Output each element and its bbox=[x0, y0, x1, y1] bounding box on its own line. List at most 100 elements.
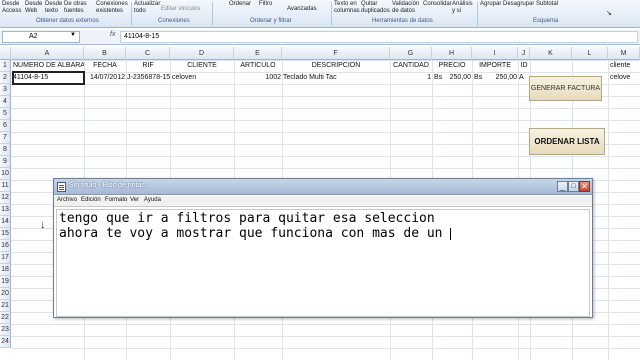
row-header[interactable]: 5 bbox=[0, 108, 11, 120]
analisis-si-button[interactable]: Análisis y si bbox=[452, 1, 473, 15]
name-box[interactable]: A2 bbox=[2, 31, 80, 43]
cell-h2-precio[interactable]: 250,00 bbox=[446, 72, 471, 84]
close-icon[interactable]: ✕ bbox=[579, 181, 590, 192]
select-all-corner[interactable] bbox=[0, 47, 11, 60]
column-header-f[interactable]: F bbox=[282, 47, 390, 60]
column-header-c[interactable]: C bbox=[126, 47, 170, 60]
column-headers: A B C D E F G H I J K L M bbox=[0, 47, 640, 60]
text-caret bbox=[450, 227, 452, 240]
avanzadas-button[interactable]: Avanzadas bbox=[287, 6, 317, 13]
row-header[interactable]: 14 bbox=[0, 216, 11, 228]
header-fecha[interactable]: FECHA bbox=[84, 60, 126, 72]
header-id[interactable]: ID bbox=[518, 60, 530, 72]
conexiones-existentes-button[interactable]: Conexiones existentes bbox=[96, 1, 128, 15]
cell-m2[interactable]: celove bbox=[610, 72, 640, 84]
column-header-d[interactable]: D bbox=[170, 47, 234, 60]
notepad-text-area[interactable]: tengo que ir a filtros para quitar esa s… bbox=[56, 209, 590, 317]
header-articulo[interactable]: ARTICULO bbox=[234, 60, 282, 72]
row-header[interactable]: 4 bbox=[0, 96, 11, 108]
notepad-title-bar[interactable]: Sin título - Bloc de notas _ □ ✕ bbox=[54, 179, 592, 195]
cell-c2-rif[interactable]: J-2356878-15 bbox=[127, 72, 170, 84]
validacion-datos-button[interactable]: Validación de datos bbox=[392, 1, 419, 15]
cell-e2-articulo[interactable]: 1002 bbox=[234, 72, 281, 84]
group-label-conexiones: Conexiones bbox=[158, 18, 190, 24]
row-header[interactable]: 16 bbox=[0, 240, 11, 252]
maximize-icon[interactable]: □ bbox=[568, 181, 579, 192]
cell-d2-cliente[interactable]: celoven bbox=[172, 72, 234, 84]
header-descripcion[interactable]: DESCRIPCION bbox=[282, 60, 390, 72]
ordenar-button[interactable]: Ordenar bbox=[229, 1, 251, 8]
header-cantidad[interactable]: CANTIDAD bbox=[390, 60, 432, 72]
menu-ver[interactable]: Ver bbox=[130, 197, 139, 203]
subtotal-button[interactable]: Subtotal bbox=[536, 1, 558, 8]
row-header[interactable]: 9 bbox=[0, 156, 11, 168]
header-importe[interactable]: IMPORTE bbox=[472, 60, 518, 72]
column-header-k[interactable]: K bbox=[530, 47, 572, 60]
actualizar-todo-button[interactable]: Actualizar todo bbox=[134, 1, 160, 15]
ordenar-lista-button[interactable]: ORDENAR LISTA bbox=[529, 128, 605, 155]
row-header[interactable]: 24 bbox=[0, 336, 11, 348]
column-header-h[interactable]: H bbox=[432, 47, 472, 60]
agrupar-button[interactable]: Agrupar bbox=[480, 1, 501, 8]
row-header[interactable]: 17 bbox=[0, 252, 11, 264]
consolidar-button[interactable]: Consolidar bbox=[423, 1, 452, 8]
cell-a2-albaran[interactable]: 41104-8-15 bbox=[12, 71, 85, 85]
desde-access-button[interactable]: Desde Access bbox=[2, 1, 21, 15]
cell-i2-importe[interactable]: 250,00 bbox=[486, 72, 517, 84]
column-header-g[interactable]: G bbox=[390, 47, 432, 60]
filtro-button[interactable]: Filtro bbox=[259, 1, 272, 8]
formula-input[interactable]: 41104-8-15 bbox=[120, 31, 638, 43]
group-launcher-icon[interactable]: ↘ bbox=[606, 10, 612, 17]
row-header[interactable]: 10 bbox=[0, 168, 11, 180]
row-header[interactable]: 22 bbox=[0, 312, 11, 324]
column-header-l[interactable]: L bbox=[572, 47, 608, 60]
row-header[interactable]: 20 bbox=[0, 288, 11, 300]
column-header-m[interactable]: M bbox=[608, 47, 640, 60]
header-numero-albaran[interactable]: NUMERO DE ALBARAN bbox=[13, 60, 84, 72]
minimize-icon[interactable]: _ bbox=[557, 181, 568, 192]
header-rif[interactable]: RIF bbox=[126, 60, 170, 72]
menu-formato[interactable]: Formato bbox=[105, 197, 127, 203]
otras-fuentes-button[interactable]: De otras fuentes bbox=[64, 1, 87, 15]
desagrupar-button[interactable]: Desagrupar bbox=[503, 1, 534, 8]
cell-b2-fecha[interactable]: 14/07/2012 bbox=[84, 72, 125, 84]
formula-bar: A2 ▼ fx 41104-8-15 bbox=[0, 30, 640, 45]
column-header-e[interactable]: E bbox=[234, 47, 282, 60]
generar-factura-button[interactable]: GENERAR FACTURA bbox=[529, 76, 602, 101]
group-label-esquema: Esquema bbox=[533, 18, 559, 24]
row-header[interactable]: 19 bbox=[0, 276, 11, 288]
row-header[interactable]: 21 bbox=[0, 300, 11, 312]
menu-ayuda[interactable]: Ayuda bbox=[144, 197, 161, 203]
column-header-b[interactable]: B bbox=[84, 47, 126, 60]
row-header[interactable]: 7 bbox=[0, 132, 11, 144]
row-header[interactable]: 11 bbox=[0, 180, 11, 192]
row-header[interactable]: 2 bbox=[0, 72, 11, 84]
header-precio[interactable]: PRECIO bbox=[432, 60, 472, 72]
row-header[interactable]: 15 bbox=[0, 228, 11, 240]
texto-columnas-button[interactable]: Texto en columnas bbox=[334, 1, 360, 15]
menu-archivo[interactable]: Archivo bbox=[57, 197, 77, 203]
cell-i2-currency: Bs bbox=[474, 74, 483, 81]
menu-edicion[interactable]: Edición bbox=[81, 197, 101, 203]
quitar-duplicados-button[interactable]: Quitar duplicados bbox=[361, 1, 390, 15]
row-header[interactable]: 23 bbox=[0, 324, 11, 336]
cell-f2-descripcion[interactable]: Teclado Multi Tac bbox=[283, 72, 390, 84]
desde-web-button[interactable]: Desde Web bbox=[25, 1, 42, 15]
cell-g2-cantidad[interactable]: 1 bbox=[390, 72, 431, 84]
header-cliente[interactable]: CLIENTE bbox=[170, 60, 234, 72]
row-header[interactable]: 12 bbox=[0, 192, 11, 204]
row-header[interactable]: 13 bbox=[0, 204, 11, 216]
desde-texto-button[interactable]: Desde texto bbox=[45, 1, 62, 15]
editar-vinculos-button[interactable]: Editar vínculos bbox=[161, 6, 200, 13]
row-header[interactable]: 8 bbox=[0, 144, 11, 156]
row-header[interactable]: 18 bbox=[0, 264, 11, 276]
column-header-i[interactable]: I bbox=[472, 47, 518, 60]
header-cliente-m[interactable]: cliente bbox=[610, 60, 640, 72]
row-header[interactable]: 6 bbox=[0, 120, 11, 132]
column-header-a[interactable]: A bbox=[11, 47, 84, 60]
fx-icon[interactable]: fx bbox=[110, 31, 115, 38]
row-header[interactable]: 1 bbox=[0, 60, 11, 72]
row-header[interactable]: 3 bbox=[0, 84, 11, 96]
column-header-j[interactable]: J bbox=[518, 47, 530, 60]
chevron-down-icon[interactable]: ▼ bbox=[70, 32, 76, 38]
